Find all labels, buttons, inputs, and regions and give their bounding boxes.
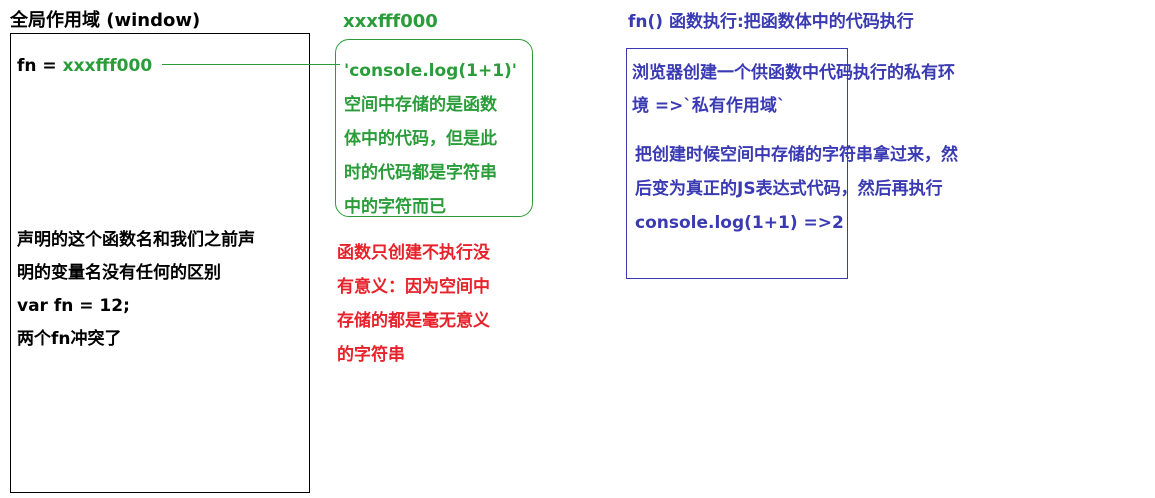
execution-line: 把创建时候空间中存储的字符串拿过来，然 <box>635 145 958 165</box>
execution-paragraph-2: 把创建时候空间中存储的字符串拿过来，然 后变为真正的JS表达式代码，然后再执行 … <box>635 138 958 240</box>
global-note-line: var fn = 12; <box>17 296 130 316</box>
reference-connector-line <box>162 64 340 65</box>
execution-line: 后变为真正的JS表达式代码，然后再执行 <box>635 179 943 199</box>
heap-content: 'console.log(1+1)' 空间中存储的是函数 体中的代码，但是此 时… <box>344 54 517 224</box>
global-note-line: 声明的这个函数名和我们之前声 <box>17 230 255 250</box>
fn-address: xxxfff000 <box>62 56 153 76</box>
heap-content-line: 空间中存储的是函数 <box>344 95 497 115</box>
execution-paragraph-1: 浏览器创建一个供函数中代码执行的私有环 境 =>`私有作用域` <box>632 57 955 123</box>
warning-note: 函数只创建不执行没 有意义：因为空间中 存储的都是毫无意义 的字符串 <box>337 236 490 372</box>
global-note-line: 两个fn冲突了 <box>17 329 122 349</box>
global-scope-title: 全局作用域 (window) <box>10 10 201 31</box>
global-note-line: 明的变量名没有任何的区别 <box>17 263 221 283</box>
heap-content-line: 中的字符而已 <box>344 197 446 217</box>
global-scope-note: 声明的这个函数名和我们之前声 明的变量名没有任何的区别 var fn = 12;… <box>17 224 255 356</box>
execution-line: 境 =>`私有作用域` <box>632 96 786 116</box>
heap-content-line: 'console.log(1+1)' <box>344 61 517 81</box>
warning-note-line: 函数只创建不执行没 <box>337 243 490 263</box>
fn-assignment: fn = xxxfff000 <box>17 56 152 76</box>
heap-content-line: 体中的代码，但是此 <box>344 129 497 149</box>
warning-note-line: 存储的都是毫无意义 <box>337 311 490 331</box>
execution-line: 浏览器创建一个供函数中代码执行的私有环 <box>632 63 955 83</box>
heap-content-line: 时的代码都是字符串 <box>344 163 497 183</box>
heap-address-label: xxxfff000 <box>343 11 438 32</box>
execution-title: fn() 函数执行:把函数体中的代码执行 <box>628 12 914 32</box>
fn-name: fn = <box>17 56 63 76</box>
execution-line: console.log(1+1) =>2 <box>635 213 844 233</box>
warning-note-line: 有意义：因为空间中 <box>337 277 490 297</box>
warning-note-line: 的字符串 <box>337 345 405 365</box>
